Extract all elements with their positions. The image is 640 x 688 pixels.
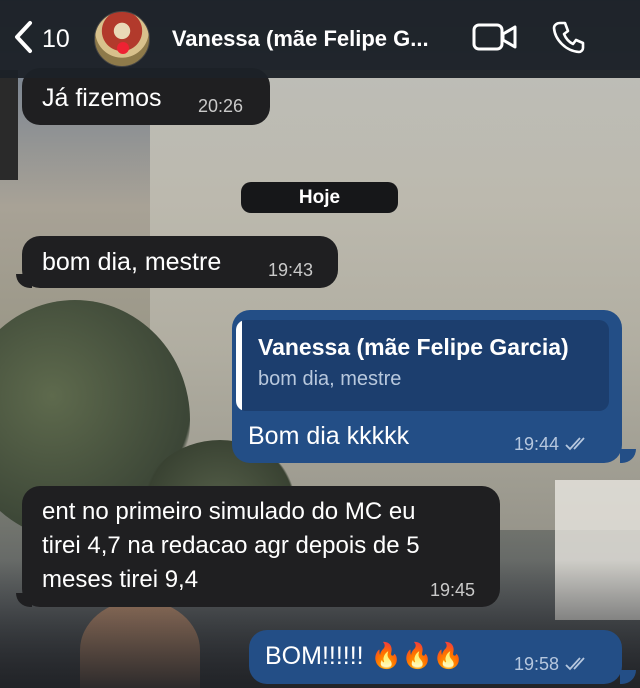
phone-icon xyxy=(552,20,586,59)
date-separator: Hoje xyxy=(241,182,398,213)
bubble-tail xyxy=(16,274,32,288)
message-time: 19:44 xyxy=(514,434,591,457)
phone-call-button[interactable] xyxy=(552,20,586,59)
message-text: ent no primeiro simulado do MC eu tirei … xyxy=(42,498,420,593)
message-bubble-outgoing[interactable]: BOM!!!!!! 🔥🔥🔥 19:58 xyxy=(249,630,622,684)
message-time: 20:26 xyxy=(198,96,244,116)
message-text: bom dia, mestre xyxy=(42,248,222,276)
message-bubble-incoming[interactable]: ent no primeiro simulado do MC eu tirei … xyxy=(22,486,500,607)
video-call-icon xyxy=(472,21,518,58)
read-ticks-icon xyxy=(565,436,591,457)
bubble-tail xyxy=(620,670,636,684)
read-ticks-icon xyxy=(565,656,591,677)
chat-header: 10 Vanessa (mãe Felipe G... xyxy=(0,0,640,78)
unread-count: 10 xyxy=(42,24,70,53)
reply-quote[interactable]: Vanessa (mãe Felipe Garcia) bom dia, mes… xyxy=(236,320,609,411)
avatar[interactable] xyxy=(93,11,150,67)
message-time: 19:43 xyxy=(268,260,314,280)
message-text: BOM!!!!!! 🔥🔥🔥 xyxy=(265,642,464,670)
back-button[interactable]: 10 xyxy=(12,20,70,59)
bubble-tail xyxy=(620,449,636,463)
reply-quote-bar xyxy=(236,320,242,411)
message-text: Já fizemos xyxy=(42,84,162,112)
message-time: 19:58 xyxy=(514,654,591,677)
message-bubble-incoming[interactable]: bom dia, mestre 19:43 xyxy=(22,236,338,288)
reply-quote-author: Vanessa (mãe Felipe Garcia) xyxy=(258,334,569,360)
contact-name[interactable]: Vanessa (mãe Felipe G... xyxy=(172,26,454,52)
chevron-left-icon xyxy=(12,20,34,59)
message-list[interactable]: Já fizemos 20:26 Hoje bom dia, mestre 19… xyxy=(0,0,640,688)
bubble-tail xyxy=(16,593,32,607)
message-text: Bom dia kkkkk xyxy=(248,422,410,450)
reply-quote-text: bom dia, mestre xyxy=(258,368,402,390)
video-call-button[interactable] xyxy=(472,21,518,58)
message-time: 19:45 xyxy=(430,580,476,600)
